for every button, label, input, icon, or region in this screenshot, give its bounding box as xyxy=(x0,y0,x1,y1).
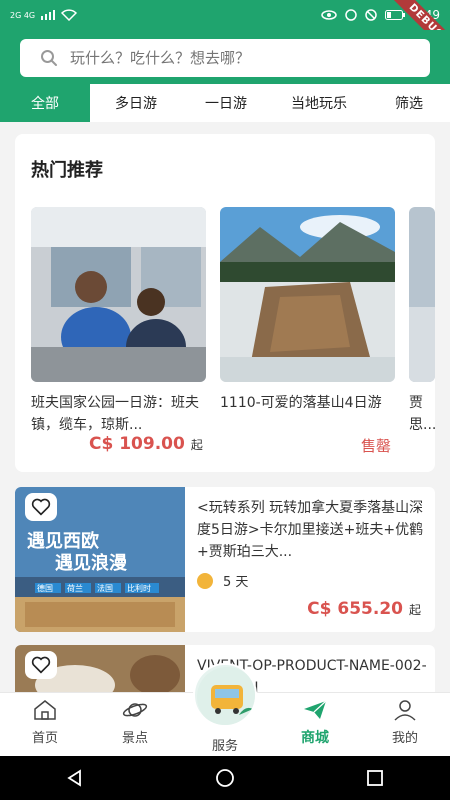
image-caption-2: 遇见浪漫 xyxy=(55,552,128,574)
price-suffix: 起 xyxy=(190,438,203,452)
price-row: C$ 655.20 起 xyxy=(307,599,421,619)
image-tag: 法国 xyxy=(97,583,113,593)
tab-one-day[interactable]: 一日游 xyxy=(182,84,270,122)
image-tag: 荷兰 xyxy=(67,583,83,593)
bottom-navigation: 首页 景点 服务 商城 我的 xyxy=(0,663,450,756)
eye-icon xyxy=(321,10,337,20)
wifi-icon xyxy=(61,9,78,21)
signal-indicators: 2G 4G xyxy=(10,9,78,21)
nav-attractions[interactable]: 景点 xyxy=(100,699,170,746)
network-label: 2G 4G xyxy=(10,10,36,20)
product-image xyxy=(15,645,185,692)
product-name: 班夫国家公园一日游：班夫镇，缆车，琼斯... xyxy=(31,395,199,433)
duration: 5 天 xyxy=(197,571,248,590)
heart-icon xyxy=(31,498,51,516)
back-icon[interactable] xyxy=(65,768,85,788)
heart-icon xyxy=(31,656,51,674)
product-price: C$ 109.00 xyxy=(89,434,185,454)
price-suffix: 起 xyxy=(408,603,421,617)
main-content: 热门推荐 班夫国家公园一日游：班夫镇，缆车，琼斯... 1110-可爱的落基山4… xyxy=(0,122,450,692)
alarm-icon xyxy=(345,9,357,21)
nav-label: 首页 xyxy=(31,731,58,746)
mute-icon xyxy=(365,9,377,21)
user-icon xyxy=(394,700,416,721)
nav-label: 服务 xyxy=(211,739,238,754)
recents-icon[interactable] xyxy=(365,768,385,788)
clock-icon xyxy=(197,572,213,589)
section-title: 热门推荐 xyxy=(31,160,103,181)
product-image xyxy=(220,207,395,382)
product-name: 贾思... xyxy=(409,395,435,433)
hot-item[interactable]: 班夫国家公园一日游：班夫镇，缆车，琼斯... xyxy=(31,207,206,436)
battery-icon xyxy=(385,10,406,20)
product-image xyxy=(31,207,206,382)
duration-text: 5 天 xyxy=(223,575,249,590)
nav-home[interactable]: 首页 xyxy=(10,699,80,746)
hot-item[interactable]: 1110-可爱的落基山4日游 xyxy=(220,207,395,436)
search-icon xyxy=(41,50,57,66)
system-navigation xyxy=(0,756,450,800)
nav-service[interactable]: 服务 xyxy=(190,733,260,754)
home-icon xyxy=(34,700,56,720)
bus-icon xyxy=(197,667,255,725)
product-image: 遇见西欧 遇见浪漫 德国 荷兰 法国 比利时 xyxy=(15,487,185,632)
tab-multi-day[interactable]: 多日游 xyxy=(90,84,182,122)
category-tabs: 全部 多日游 一日游 当地玩乐 筛选 xyxy=(0,84,450,122)
image-caption-1: 遇见西欧 xyxy=(27,530,99,552)
nav-mine[interactable]: 我的 xyxy=(370,699,440,746)
home-circle-icon[interactable] xyxy=(215,768,235,788)
nav-label: 商城 xyxy=(301,730,329,746)
sold-out-label: 售罄 xyxy=(361,437,392,455)
list-item[interactable]: 遇见西欧 遇见浪漫 德国 荷兰 法国 比利时 <玩转系列 玩转加拿大夏季落基山深… xyxy=(15,487,435,632)
search-bar[interactable] xyxy=(20,39,430,77)
nav-label: 景点 xyxy=(121,731,148,746)
nav-service-bubble[interactable] xyxy=(193,663,257,727)
planet-icon xyxy=(122,703,148,717)
tab-local-fun[interactable]: 当地玩乐 xyxy=(270,84,368,122)
product-price: C$ 655.20 xyxy=(307,599,403,619)
favorite-button[interactable] xyxy=(25,493,57,521)
tab-filter[interactable]: 筛选 xyxy=(368,84,450,122)
signal-icon xyxy=(41,10,56,20)
paper-plane-icon xyxy=(304,700,327,719)
product-name: 1110-可爱的落基山4日游 xyxy=(220,395,382,411)
status-bar: 2G 4G 5:49 DEBUG xyxy=(0,0,450,64)
favorite-button[interactable] xyxy=(25,651,57,679)
product-title: <玩转系列 玩转加拿大夏季落基山深度5日游>卡尔加里接送+班夫+优鹤+贾斯珀三大… xyxy=(197,500,424,560)
product-image xyxy=(409,207,435,382)
header xyxy=(0,30,450,84)
nav-label: 我的 xyxy=(391,731,418,746)
price-row: C$ 109.00 起 xyxy=(89,434,203,454)
image-tag: 比利时 xyxy=(127,583,151,593)
search-input[interactable] xyxy=(70,49,390,67)
tab-all[interactable]: 全部 xyxy=(0,84,90,122)
image-tag: 德国 xyxy=(37,583,53,593)
hot-item[interactable]: 贾思... xyxy=(409,207,435,436)
hot-recommend-section: 热门推荐 班夫国家公园一日游：班夫镇，缆车，琼斯... 1110-可爱的落基山4… xyxy=(15,134,435,472)
nav-mall[interactable]: 商城 xyxy=(280,699,350,747)
